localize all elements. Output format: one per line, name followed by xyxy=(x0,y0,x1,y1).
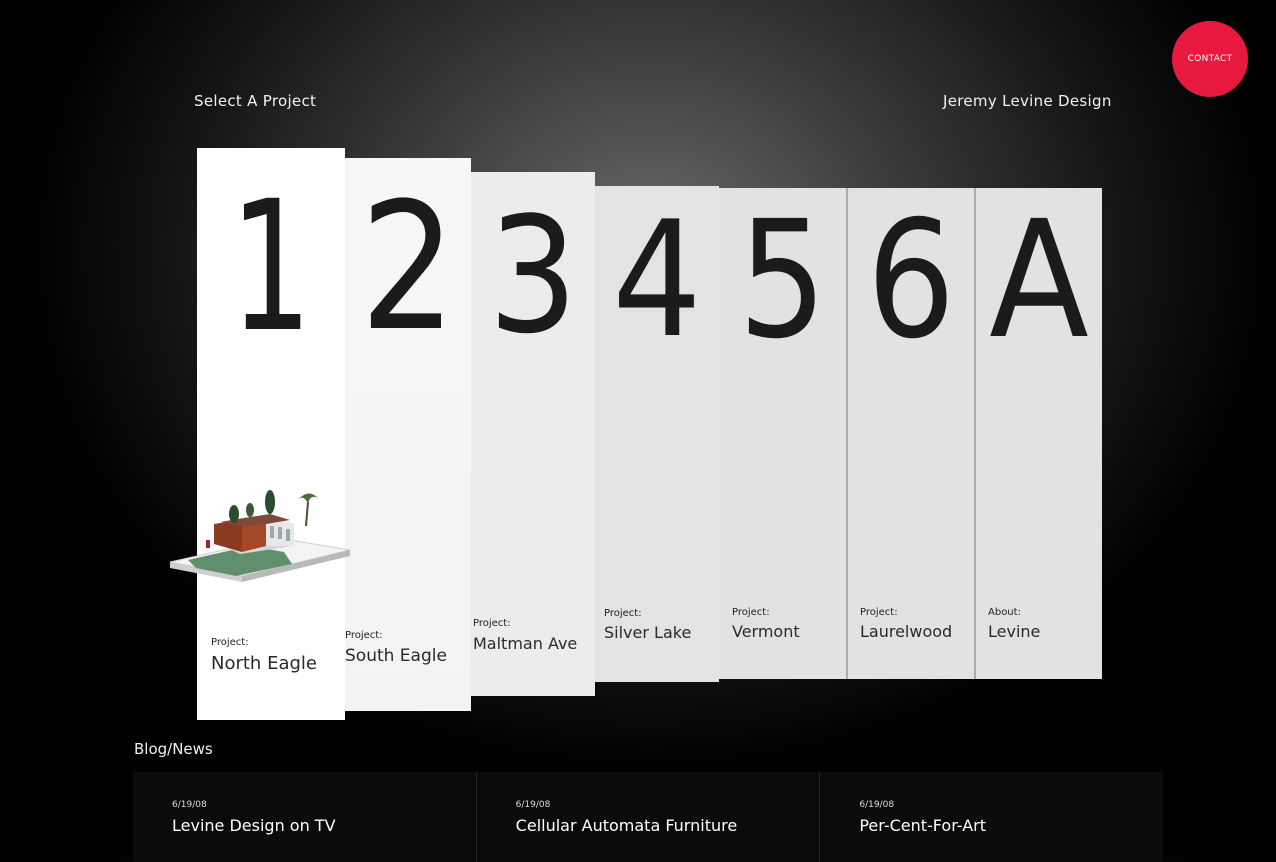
card-name: Laurelwood xyxy=(860,622,953,641)
card-numeral: 5 xyxy=(738,188,827,375)
card-caption: Project: xyxy=(473,618,511,629)
card-caption: Project: xyxy=(604,608,642,619)
page-title: Select A Project xyxy=(194,92,317,110)
card-numeral: 4 xyxy=(612,186,702,373)
card-letter: A xyxy=(989,188,1089,375)
post-date: 6/19/08 xyxy=(515,800,551,810)
post-headline[interactable]: Levine Design on TV xyxy=(172,816,476,835)
about-card-levine[interactable]: A About: Levine xyxy=(976,188,1102,679)
blog-post[interactable]: 6/19/08 Levine Design on TV xyxy=(133,772,477,862)
post-date: 6/19/08 xyxy=(172,800,207,810)
contact-button[interactable]: CONTACT xyxy=(1172,21,1248,97)
card-caption: About: xyxy=(988,607,1021,618)
post-date: 6/19/08 xyxy=(859,800,895,810)
project-card-vermont[interactable]: 5 Project: Vermont xyxy=(719,188,848,679)
card-numeral: 6 xyxy=(866,188,956,375)
project-card-silver-lake[interactable]: 4 Project: Silver Lake xyxy=(595,186,719,682)
blog-section-title: Blog/News xyxy=(134,740,213,758)
card-name: South Eagle xyxy=(345,646,447,666)
card-numeral: 3 xyxy=(488,182,578,369)
brand-name[interactable]: Jeremy Levine Design xyxy=(943,92,1112,110)
blog-post[interactable]: 6/19/08 Per-Cent-For-Art xyxy=(820,772,1163,862)
project-card-maltman-ave[interactable]: 3 Project: Maltman Ave xyxy=(471,172,595,696)
house-model-image xyxy=(169,490,351,582)
card-caption: Project: xyxy=(211,637,249,648)
blog-strip: 6/19/08 Levine Design on TV 6/19/08 Cell… xyxy=(133,772,1163,862)
card-caption: Project: xyxy=(732,607,770,618)
post-headline[interactable]: Cellular Automata Furniture xyxy=(516,816,820,835)
card-name: Levine xyxy=(988,622,1041,641)
card-numeral: 2 xyxy=(359,165,457,370)
project-card-north-eagle[interactable]: 1 Project: North Eagle xyxy=(197,148,345,720)
card-name: Vermont xyxy=(732,622,800,641)
card-numeral: 1 xyxy=(229,163,313,372)
blog-post[interactable]: 6/19/08 Cellular Automata Furniture xyxy=(477,772,821,862)
project-card-south-eagle[interactable]: 2 Project: South Eagle xyxy=(345,158,471,711)
post-headline[interactable]: Per-Cent-For-Art xyxy=(859,816,1163,835)
card-name: North Eagle xyxy=(211,653,317,674)
card-name: Silver Lake xyxy=(604,623,692,642)
card-caption: Project: xyxy=(345,630,383,641)
project-card-laurelwood[interactable]: 6 Project: Laurelwood xyxy=(848,188,976,679)
card-caption: Project: xyxy=(860,607,898,618)
card-name: Maltman Ave xyxy=(473,634,578,653)
